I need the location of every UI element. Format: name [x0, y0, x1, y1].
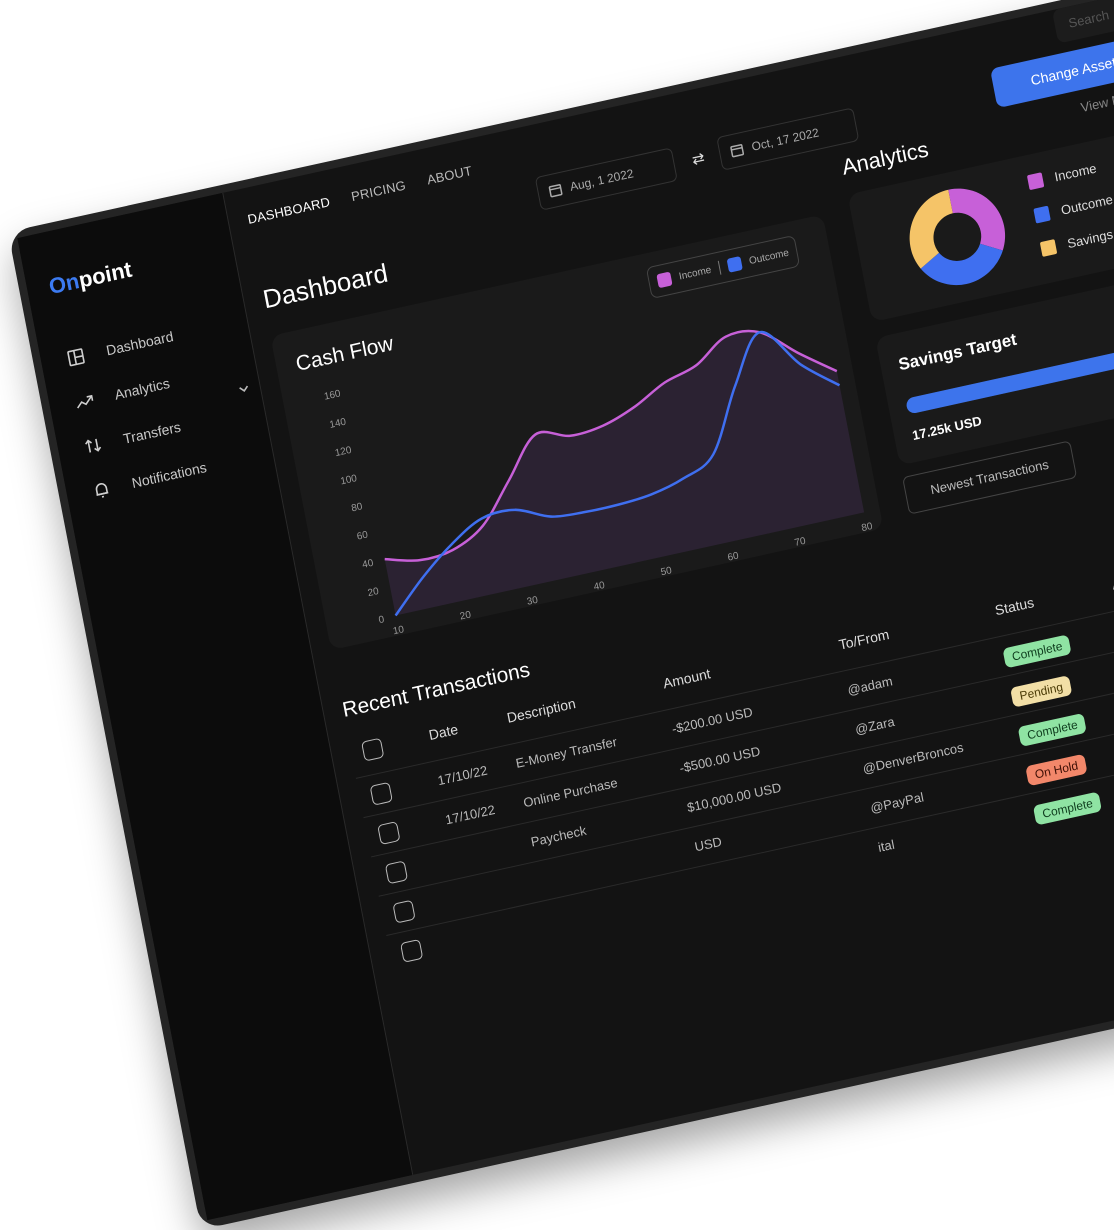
- x-tick-label: 20: [459, 609, 472, 622]
- y-tick-label: 80: [350, 501, 363, 514]
- row-checkbox[interactable]: [400, 939, 423, 963]
- column-header-status[interactable]: Status: [994, 594, 1036, 618]
- swap-icon[interactable]: ⇄: [690, 149, 706, 169]
- sidebar-item-label: Notifications: [130, 459, 207, 491]
- arrows-icon: [83, 435, 104, 457]
- legend-label: Income: [1053, 160, 1097, 184]
- select-all-checkbox[interactable]: [361, 738, 384, 762]
- cell-party: @Zara: [854, 714, 896, 737]
- sidebar-item-transfers[interactable]: Transfers: [83, 418, 183, 457]
- bell-icon: [91, 479, 112, 501]
- savings-title: Savings Target: [897, 330, 1019, 376]
- date-from-field[interactable]: Aug, 1 2022: [535, 147, 678, 210]
- date-to-value: Oct, 17 2022: [750, 125, 820, 154]
- brand-logo-suffix: point: [77, 257, 134, 293]
- sidebar-item-notifications[interactable]: Notifications: [91, 458, 208, 501]
- brand-logo-prefix: On: [47, 268, 82, 299]
- x-tick-label: 80: [861, 521, 874, 534]
- legend-label: Outcome: [1060, 192, 1114, 218]
- cell-desc: Paycheck: [530, 823, 588, 850]
- series-area-income: [357, 313, 864, 616]
- cell-date: 17/10/22: [436, 763, 488, 789]
- tab-dashboard[interactable]: DASHBOARD: [246, 194, 331, 227]
- column-header-date[interactable]: Date: [427, 721, 459, 743]
- legend-swatch: [1040, 239, 1057, 257]
- status-badge: Complete: [1033, 791, 1103, 825]
- legend-swatch: [1033, 206, 1050, 224]
- analytics-card: Income Outcome Savings: [847, 109, 1114, 323]
- y-tick-label: 140: [329, 416, 348, 430]
- transactions-title: Recent Transactions: [341, 658, 532, 723]
- date-to-field[interactable]: Oct, 17 2022: [716, 107, 859, 170]
- page-title: Dashboard: [260, 258, 390, 316]
- sidebar-item-analytics[interactable]: Analytics: [74, 374, 171, 412]
- top-nav: DASHBOARD PRICING ABOUT: [246, 163, 473, 227]
- tab-about[interactable]: ABOUT: [426, 163, 474, 188]
- cell-party: @PayPal: [869, 789, 925, 815]
- legend-item-savings: Savings: [1040, 226, 1114, 256]
- y-tick-label: 40: [361, 558, 374, 571]
- sidebar-item-label: Transfers: [122, 419, 182, 447]
- row-checkbox[interactable]: [392, 900, 415, 924]
- column-header-amount[interactable]: Amount: [662, 665, 712, 691]
- y-tick-label: 160: [323, 388, 342, 402]
- x-tick-label: 10: [392, 624, 405, 637]
- legend-label: Savings: [1066, 226, 1114, 251]
- x-tick-label: 70: [794, 536, 807, 549]
- calendar-icon: [729, 142, 745, 159]
- cell-party: ital: [877, 837, 896, 855]
- analytics-donut-chart: [877, 158, 1038, 316]
- cell-amount: -$200.00 USD: [671, 704, 754, 736]
- analytics-title: Analytics: [840, 136, 931, 180]
- row-checkbox[interactable]: [377, 821, 400, 845]
- row-checkbox[interactable]: [385, 860, 408, 884]
- legend-item-income: Income: [1027, 160, 1098, 190]
- row-checkbox[interactable]: [370, 782, 393, 806]
- donut-slice-income: [948, 179, 1008, 259]
- y-tick-label: 120: [334, 445, 353, 459]
- y-tick-label: 0: [378, 614, 386, 626]
- y-tick-label: 100: [340, 473, 359, 487]
- tab-pricing[interactable]: PRICING: [350, 177, 407, 204]
- savings-value: 17.25k USD: [911, 413, 983, 443]
- cell-date: 17/10/22: [444, 802, 496, 828]
- search-input[interactable]: Search: [1052, 0, 1114, 44]
- legend-swatch: [1027, 172, 1044, 190]
- y-tick-label: 60: [356, 529, 369, 542]
- x-tick-label: 60: [727, 550, 740, 563]
- y-tick-label: 20: [367, 586, 380, 599]
- brand-logo[interactable]: Onpoint: [47, 257, 134, 301]
- column-header-description[interactable]: Description: [506, 695, 577, 726]
- legend-item-outcome: Outcome: [1033, 192, 1114, 224]
- view-more-link[interactable]: View Mo: [1080, 90, 1114, 115]
- x-tick-label: 50: [660, 565, 673, 578]
- sidebar-item-label: Analytics: [113, 375, 171, 403]
- column-header-tofrom[interactable]: To/From: [837, 626, 890, 653]
- cell-party: @adam: [846, 673, 893, 698]
- x-tick-label: 30: [526, 595, 539, 608]
- chevron-down-icon[interactable]: [237, 382, 251, 396]
- column-header-actions[interactable]: Ac: [1111, 573, 1114, 592]
- trend-icon: [74, 391, 95, 413]
- cell-amount: USD: [693, 834, 723, 855]
- device-frame: Onpoint Dashboard Analytics Transfers No…: [8, 0, 1114, 1230]
- x-tick-label: 40: [593, 580, 606, 593]
- layout-icon: [66, 347, 87, 369]
- sidebar-item-label: Dashboard: [105, 328, 175, 358]
- cell-amount: -$500.00 USD: [678, 743, 761, 775]
- date-from-value: Aug, 1 2022: [569, 166, 635, 194]
- sidebar-item-dashboard[interactable]: Dashboard: [66, 327, 175, 368]
- calendar-icon: [547, 182, 563, 199]
